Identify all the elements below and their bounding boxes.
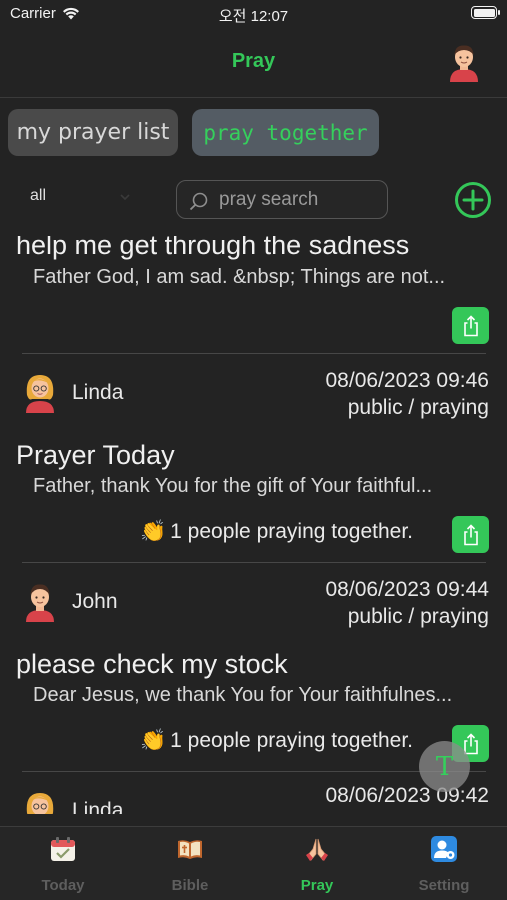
floating-text-button[interactable]: T bbox=[419, 741, 470, 792]
praying-together-count: 👏 1 people praying together. bbox=[140, 729, 413, 753]
prayer-date: 08/06/2023 09:42 bbox=[325, 784, 490, 807]
tab-label: Setting bbox=[418, 877, 470, 894]
prayer-body: Father, thank You for the gift of Your f… bbox=[33, 475, 433, 497]
prayer-list[interactable]: help me get through the sadness Father G… bbox=[0, 236, 507, 814]
tab-pray[interactable]: Pray bbox=[254, 827, 380, 900]
author-name: John bbox=[72, 590, 118, 613]
visibility-label: public bbox=[347, 605, 403, 628]
share-button[interactable] bbox=[452, 516, 489, 553]
share-icon bbox=[463, 523, 478, 545]
author-name: Linda bbox=[72, 381, 124, 404]
bottom-tab-bar: Today Bible Pray Setting bbox=[0, 826, 507, 900]
tab-setting[interactable]: Setting bbox=[381, 827, 507, 900]
prayer-status: public / praying bbox=[347, 605, 489, 628]
tab-pray-together[interactable]: pray together bbox=[192, 109, 379, 156]
male-avatar-icon bbox=[26, 584, 54, 622]
card-divider bbox=[22, 353, 486, 354]
visibility-label: public bbox=[347, 396, 403, 419]
prayer-body: Father God, I am sad. &nbsp; Things are … bbox=[33, 266, 446, 288]
praying-together-label: 1 people praying together. bbox=[170, 520, 414, 543]
page-title: Pray bbox=[231, 50, 276, 72]
status-bar: Carrier 오전 12:07 bbox=[0, 0, 507, 30]
author-name: Linda bbox=[72, 799, 124, 814]
category-filter-select[interactable]: all bbox=[30, 187, 46, 205]
search-box[interactable] bbox=[176, 180, 388, 219]
chevron-down-icon[interactable] bbox=[120, 192, 130, 202]
prayer-date: 08/06/2023 09:44 bbox=[325, 578, 490, 601]
tab-my-prayer-list[interactable]: my prayer list bbox=[8, 109, 178, 156]
user-settings-icon bbox=[431, 836, 457, 862]
profile-avatar-icon[interactable] bbox=[447, 42, 481, 82]
bible-icon bbox=[178, 840, 202, 859]
tab-bible[interactable]: Bible bbox=[127, 827, 253, 900]
tab-label: Pray bbox=[300, 877, 334, 894]
praying-hands-icon: 👏 bbox=[140, 729, 167, 752]
prayer-date: 08/06/2023 09:46 bbox=[325, 369, 490, 392]
prayer-title: Prayer Today bbox=[16, 440, 175, 470]
state-label: praying bbox=[420, 605, 489, 628]
calendar-icon bbox=[51, 837, 75, 861]
praying-hands-icon: 👏 bbox=[140, 520, 167, 543]
praying-together-label: 1 people praying together. bbox=[170, 729, 414, 752]
tab-label: Today bbox=[41, 877, 85, 894]
search-icon bbox=[189, 192, 208, 211]
prayer-title: help me get through the sadness bbox=[16, 236, 410, 260]
share-button[interactable] bbox=[452, 307, 489, 344]
prayer-status: public / praying bbox=[347, 396, 489, 419]
add-prayer-button[interactable] bbox=[454, 181, 492, 219]
status-time: 오전 12:07 bbox=[218, 8, 289, 25]
state-label: praying bbox=[420, 396, 489, 419]
praying-together-count: 👏 1 people praying together. bbox=[140, 520, 413, 544]
prayer-body: Dear Jesus, we thank You for Your faithf… bbox=[33, 684, 453, 706]
battery-icon bbox=[471, 6, 500, 19]
card-divider bbox=[22, 771, 486, 772]
female-avatar-icon bbox=[26, 793, 54, 814]
search-input[interactable] bbox=[219, 189, 379, 211]
prayer-title: please check my stock bbox=[16, 649, 288, 679]
praying-hands-icon bbox=[306, 838, 328, 861]
female-avatar-icon bbox=[26, 375, 54, 413]
tab-today[interactable]: Today bbox=[0, 827, 126, 900]
nav-bar: Pray bbox=[0, 30, 507, 98]
share-icon bbox=[463, 314, 478, 336]
card-divider bbox=[22, 562, 486, 563]
tab-label: Bible bbox=[171, 877, 209, 894]
